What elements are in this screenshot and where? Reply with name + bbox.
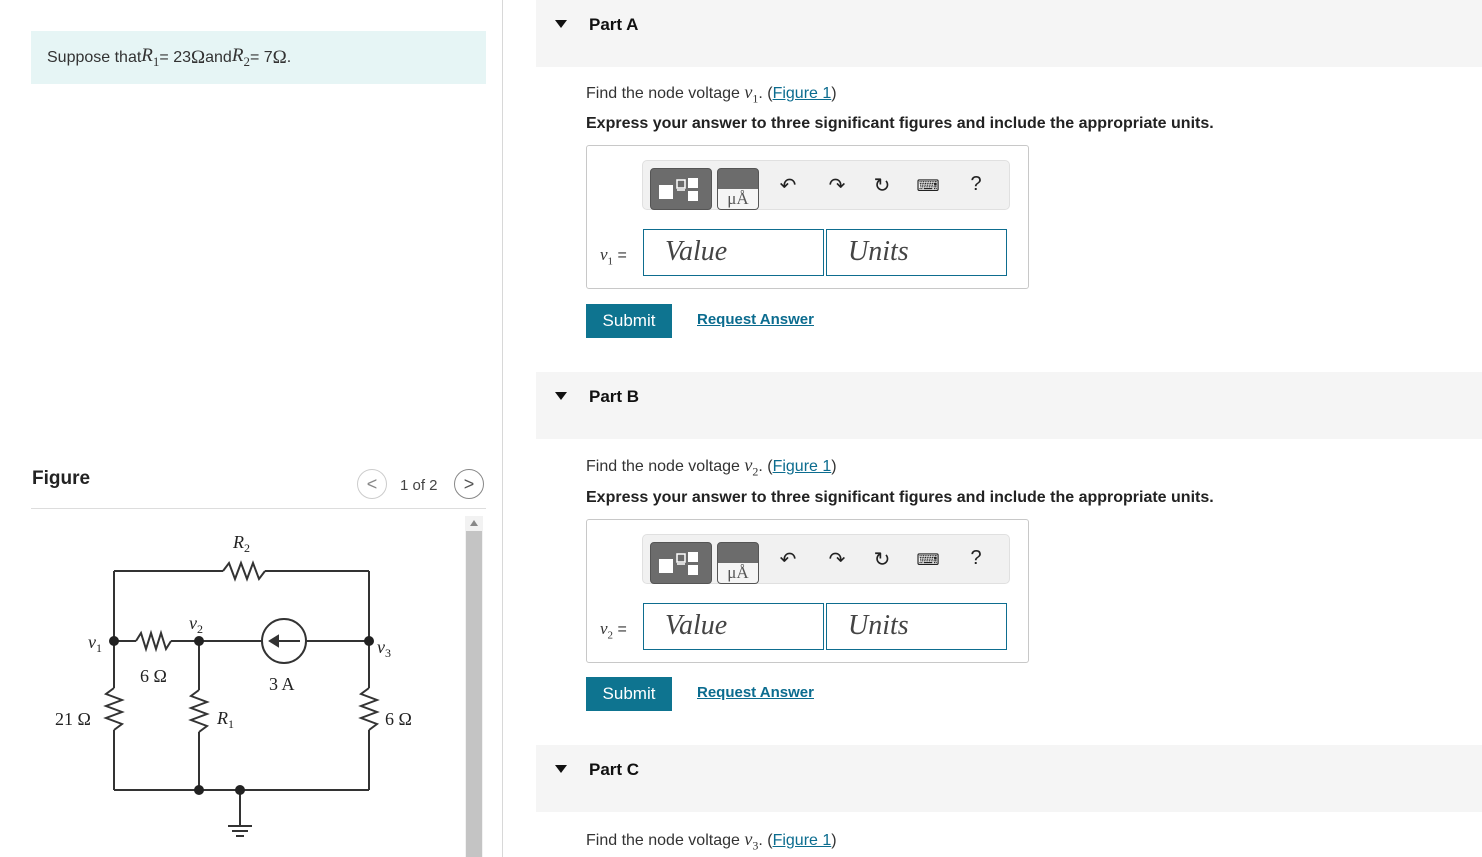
templates-button[interactable]: [650, 542, 712, 584]
part-b-answer-box: μÅ ↶ ↷ ↻ ⌨ ? v2 = Value Units: [586, 519, 1029, 663]
problem-suffix: .: [286, 48, 292, 66]
part-c-question: Find the node voltage v3. (Figure 1): [586, 829, 837, 853]
ohm-symbol: Ω: [272, 46, 287, 68]
submit-button[interactable]: Submit: [586, 677, 672, 711]
caret-down-icon: [555, 20, 567, 28]
part-a-instruction: Express your answer to three significant…: [586, 115, 1214, 132]
figure-link[interactable]: Figure 1: [773, 85, 832, 102]
part-b-title: Part B: [589, 387, 640, 406]
label-v1: v1: [88, 632, 102, 655]
units-icon: μÅ: [718, 189, 758, 209]
r2-value: = 7: [249, 48, 273, 66]
figure-prev-button[interactable]: <: [357, 469, 387, 499]
label-21ohm: 21 Ω: [55, 709, 91, 729]
redo-icon[interactable]: ↷: [825, 173, 849, 198]
var-v3: v3: [744, 829, 759, 853]
part-a-question: Find the node voltage v1. (Figure 1): [586, 82, 837, 106]
part-a-title: Part A: [589, 15, 639, 34]
figure-next-button[interactable]: >: [454, 469, 484, 499]
help-icon[interactable]: ?: [964, 547, 988, 570]
column-divider: [502, 0, 503, 857]
units-icon: μÅ: [718, 563, 758, 583]
scrollbar-thumb[interactable]: [466, 531, 482, 857]
and-text: and: [205, 48, 232, 66]
templates-button[interactable]: [650, 168, 712, 210]
part-c-title: Part C: [589, 760, 640, 779]
value-input[interactable]: Value: [643, 603, 824, 650]
caret-down-icon: [555, 392, 567, 400]
label-3a: 3 A: [269, 674, 295, 694]
r1-value: = 23: [159, 48, 191, 66]
submit-button[interactable]: Submit: [586, 304, 672, 338]
request-answer-link[interactable]: Request Answer: [697, 684, 814, 701]
label-v2: v2: [189, 613, 203, 636]
scroll-up-arrow-icon[interactable]: [470, 520, 478, 526]
templates-icon: [659, 178, 698, 201]
label-6ohm-shunt: 6 Ω: [385, 709, 412, 729]
var-v1: v1: [744, 82, 759, 106]
var-v2: v2: [744, 455, 759, 479]
request-answer-link[interactable]: Request Answer: [697, 311, 814, 328]
problem-statement: Suppose that R1 = 23 Ω and R2 = 7 Ω .: [31, 31, 486, 84]
chevron-left-icon: <: [366, 473, 378, 494]
figure-title: Figure: [32, 468, 91, 489]
figure-link[interactable]: Figure 1: [773, 832, 832, 849]
units-input[interactable]: Units: [826, 603, 1007, 650]
units-button[interactable]: μÅ: [717, 542, 759, 584]
figure-divider: [31, 508, 486, 509]
part-a-var-label: v1 =: [600, 245, 627, 268]
part-b-var-label: v2 =: [600, 619, 627, 642]
part-b-instruction: Express your answer to three significant…: [586, 489, 1214, 506]
part-c-header[interactable]: Part C: [536, 745, 1482, 812]
r2-symbol: R2: [231, 45, 250, 69]
reset-icon[interactable]: ↻: [870, 547, 894, 572]
help-icon[interactable]: ?: [964, 173, 988, 196]
circuit-diagram: R2 v1 v2 v3 6 Ω 3 A 21 Ω R1 6 Ω: [55, 532, 412, 837]
keyboard-icon[interactable]: ⌨: [916, 550, 940, 570]
value-input[interactable]: Value: [643, 229, 824, 276]
caret-down-icon: [555, 765, 567, 773]
undo-icon[interactable]: ↶: [776, 173, 800, 198]
reset-icon[interactable]: ↻: [870, 173, 894, 198]
ohm-symbol: Ω: [191, 46, 206, 68]
label-r2: R2: [232, 532, 250, 555]
math-toolbar: μÅ ↶ ↷ ↻ ⌨ ?: [642, 160, 1010, 210]
r1-symbol: R1: [141, 45, 160, 69]
label-r1: R1: [216, 708, 234, 731]
undo-icon[interactable]: ↶: [776, 547, 800, 572]
math-toolbar: μÅ ↶ ↷ ↻ ⌨ ?: [642, 534, 1010, 584]
part-a-answer-box: μÅ ↶ ↷ ↻ ⌨ ? v1 = Value Units: [586, 145, 1029, 289]
part-b-question: Find the node voltage v2. (Figure 1): [586, 455, 837, 479]
redo-icon[interactable]: ↷: [825, 547, 849, 572]
units-button[interactable]: μÅ: [717, 168, 759, 210]
figure-scrollbar[interactable]: [465, 516, 483, 857]
units-input[interactable]: Units: [826, 229, 1007, 276]
chevron-right-icon: >: [463, 473, 475, 494]
problem-prefix: Suppose that: [47, 48, 142, 66]
figure-pager-label: 1 of 2: [400, 477, 438, 494]
figure-link[interactable]: Figure 1: [773, 458, 832, 475]
keyboard-icon[interactable]: ⌨: [916, 176, 940, 196]
templates-icon: [659, 552, 698, 575]
label-6ohm-series: 6 Ω: [140, 666, 167, 686]
part-a-header[interactable]: Part A: [536, 0, 1482, 67]
label-v3: v3: [377, 637, 391, 660]
part-b-header[interactable]: Part B: [536, 372, 1482, 439]
